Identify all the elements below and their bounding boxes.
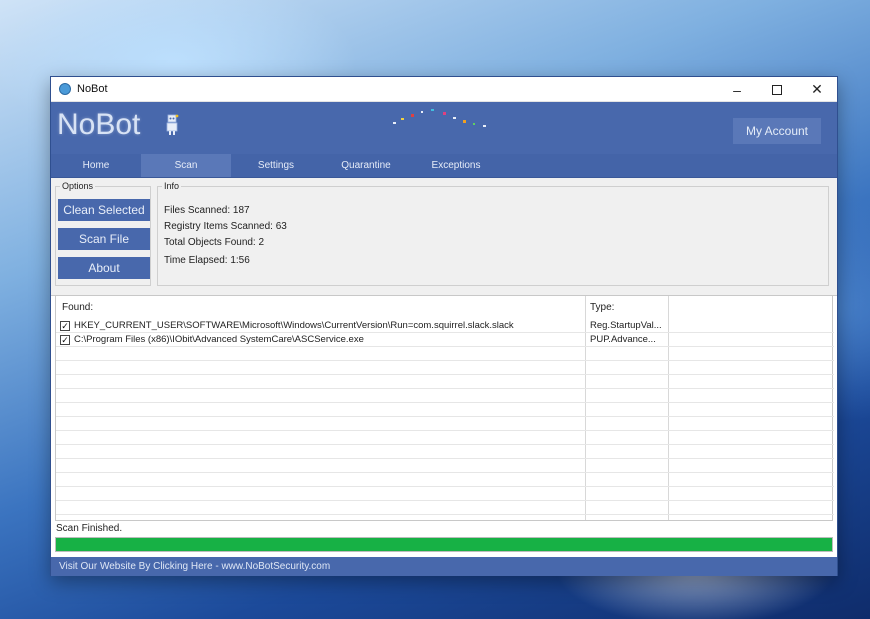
my-account-button[interactable]: My Account	[733, 118, 821, 144]
total-objects-found-text: Total Objects Found: 2	[164, 237, 265, 248]
nobot-window: NoBot – ✕ NoBot My Account Home Scan Set…	[50, 76, 838, 576]
robot-mascot-icon	[166, 114, 179, 135]
empty-row	[56, 390, 834, 403]
result-path: HKEY_CURRENT_USER\SOFTWARE\Microsoft\Win…	[74, 320, 514, 331]
result-row[interactable]: ✓ HKEY_CURRENT_USER\SOFTWARE\Microsoft\W…	[56, 320, 834, 333]
tab-scan[interactable]: Scan	[141, 154, 231, 177]
website-link[interactable]: Visit Our Website By Clicking Here - www…	[51, 557, 837, 576]
window-title: NoBot	[77, 83, 108, 95]
window-controls: – ✕	[717, 77, 837, 102]
empty-row	[56, 432, 834, 445]
empty-row	[56, 488, 834, 501]
result-type: Reg.StartupVal...	[590, 320, 662, 331]
time-elapsed-text: Time Elapsed: 1:56	[164, 255, 250, 266]
empty-row	[56, 348, 834, 361]
empty-row	[56, 418, 834, 431]
empty-row	[56, 376, 834, 389]
main-tabs: Home Scan Settings Quarantine Exceptions	[51, 154, 837, 178]
row-checkbox[interactable]: ✓	[60, 335, 70, 345]
about-button[interactable]: About	[58, 257, 150, 279]
empty-row	[56, 404, 834, 417]
maximize-icon	[772, 84, 782, 95]
empty-row	[56, 446, 834, 459]
files-scanned-text: Files Scanned: 187	[164, 205, 250, 216]
tab-home[interactable]: Home	[51, 154, 141, 177]
row-checkbox[interactable]: ✓	[60, 321, 70, 331]
nobot-logo: NoBot	[57, 108, 141, 141]
info-group-label: Info	[162, 181, 182, 191]
maximize-button[interactable]	[757, 77, 797, 102]
empty-row	[56, 460, 834, 473]
results-list[interactable]: Found: Type: ✓ HKEY_CURRENT_USER\SOFTWAR…	[55, 295, 834, 521]
options-group-label: Options	[60, 181, 96, 191]
empty-row	[56, 474, 834, 487]
result-row[interactable]: ✓ C:\Program Files (x86)\IObit\Advanced …	[56, 334, 834, 347]
minimize-button[interactable]: –	[717, 77, 757, 102]
result-type: PUP.Advance...	[590, 334, 656, 345]
clean-selected-button[interactable]: Clean Selected	[58, 199, 150, 221]
confetti-decoration	[393, 109, 486, 127]
scan-panel: Options Clean Selected Scan File About I…	[51, 178, 837, 296]
app-banner: NoBot My Account	[51, 102, 837, 154]
title-bar[interactable]: NoBot – ✕	[51, 77, 837, 102]
type-column-header[interactable]: Type:	[590, 302, 614, 313]
empty-row	[56, 502, 834, 515]
empty-row	[56, 362, 834, 375]
progress-fill	[56, 538, 832, 551]
tab-exceptions[interactable]: Exceptions	[411, 154, 501, 177]
found-column-header[interactable]: Found:	[62, 302, 93, 313]
info-group: Info Files Scanned: 187 Registry Items S…	[157, 181, 829, 286]
scan-progress-bar	[55, 537, 833, 552]
registry-items-scanned-text: Registry Items Scanned: 63	[164, 221, 287, 232]
app-icon	[59, 83, 71, 95]
scan-status-text: Scan Finished.	[56, 523, 123, 534]
tab-settings[interactable]: Settings	[231, 154, 321, 177]
tab-quarantine[interactable]: Quarantine	[321, 154, 411, 177]
close-button[interactable]: ✕	[797, 77, 837, 102]
result-path: C:\Program Files (x86)\IObit\Advanced Sy…	[74, 334, 364, 345]
options-group: Options Clean Selected Scan File About	[55, 181, 151, 286]
scan-file-button[interactable]: Scan File	[58, 228, 150, 250]
